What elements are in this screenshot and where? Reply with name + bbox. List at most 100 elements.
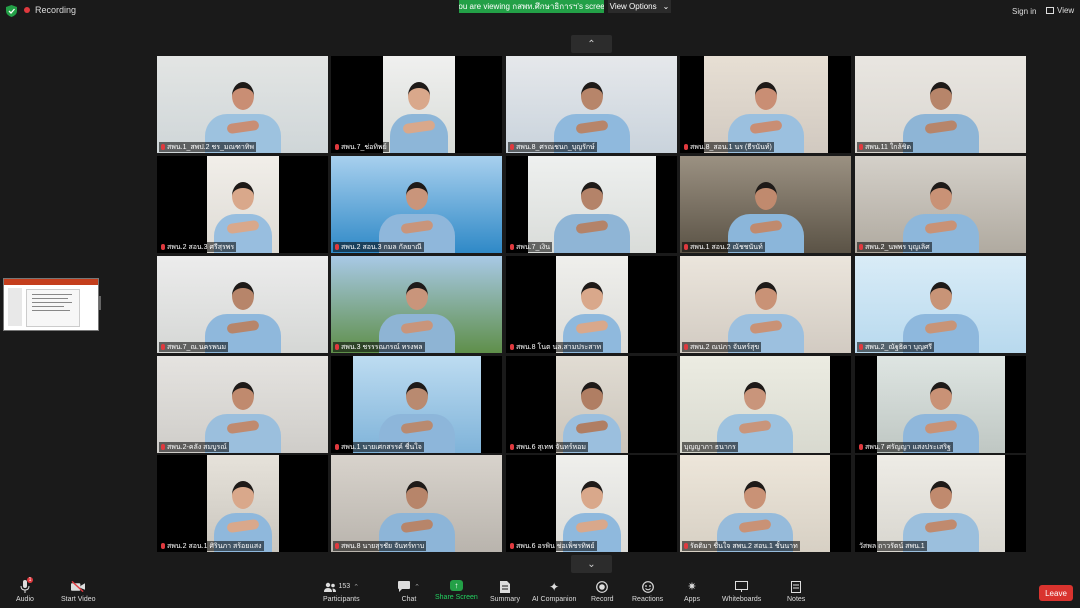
share-screen-button[interactable]: ↑ Share Screen [435, 580, 478, 601]
summary-button[interactable]: Summary [490, 580, 520, 603]
whiteboards-button[interactable]: Whiteboards [722, 580, 761, 603]
participant-video-feed [383, 56, 455, 153]
apps-button[interactable]: ✷ Apps [684, 580, 700, 603]
participant-video-tile[interactable]: สพน.11 ใกล้ชิด [855, 56, 1026, 153]
participant-head [929, 282, 952, 310]
participant-name-label: สพน.2_นพพร บุญเลิศ [857, 242, 932, 252]
chat-caret-icon[interactable]: ⌃ [414, 583, 420, 591]
muted-mic-icon [510, 444, 514, 450]
leave-button[interactable]: Leave [1039, 585, 1073, 601]
participant-head [408, 82, 430, 110]
participant-head [754, 182, 777, 210]
participants-caret-icon[interactable]: ⌃ [353, 583, 359, 591]
participant-video-tile[interactable]: สพน.2 สอน.1 ศิรินภา สร้อยแสง [157, 455, 328, 552]
participant-video-tile[interactable]: สพน.6 อรพิน ช่อเพ็ชรทิพย์ [506, 455, 677, 552]
participant-video-feed [157, 356, 328, 453]
grid-view-icon [1046, 7, 1054, 14]
participant-video-tile[interactable]: สพน.1 สอน.2 ณัชชนันท์ [680, 156, 851, 253]
summary-label: Summary [490, 596, 520, 603]
notes-button[interactable]: Notes [787, 580, 805, 603]
participant-head [231, 382, 254, 410]
participant-video-tile[interactable]: บุญญาภา ธนากร [680, 356, 851, 453]
muted-mic-icon [335, 543, 339, 549]
recording-indicator[interactable]: Recording [24, 5, 76, 15]
participant-head [929, 82, 952, 110]
participant-name-label: สพน.2 สอน.3 ศรีสุรพร [159, 242, 237, 252]
muted-mic-icon [161, 244, 165, 250]
participant-name: สพน.2 สอน.1 ศิรินภา สร้อยแสง [167, 542, 262, 550]
participant-name: สพน.7 ศรัญญา แสงประเสริฐ [865, 443, 951, 451]
record-icon [595, 580, 609, 593]
muted-mic-icon [161, 144, 165, 150]
video-label: Start Video [61, 596, 96, 603]
participant-video-feed [855, 56, 1026, 153]
page-up-button[interactable]: ⌃ [571, 35, 612, 53]
participant-video-tile[interactable]: สพน.6 สุเทพ จันทร์หอม [506, 356, 677, 453]
view-options-button[interactable]: View Options ⌄ [608, 0, 671, 13]
participant-video-tile[interactable]: รัตติมา ชื่นใจ สพน.2 สอน.1 ชั้นนาท [680, 455, 851, 552]
participant-head [930, 382, 952, 410]
participant-video-tile[interactable]: สพน.2 สอน.3 กมล กัลยาณี [331, 156, 502, 253]
page-down-button[interactable]: ⌄ [571, 555, 612, 573]
audio-button[interactable]: 1 Audio [16, 577, 34, 603]
view-button[interactable]: View [1046, 6, 1074, 15]
shared-screen-thumbnail[interactable] [3, 278, 99, 331]
participant-video-tile[interactable]: สพน.2_ณัฐธิดา บุญศรี [855, 256, 1026, 353]
participant-video-tile[interactable]: สพน.7_ช่อทิพย์ [331, 56, 502, 153]
chat-icon: ⌃ [395, 580, 423, 593]
participant-video-tile[interactable]: วัสพล ถาวรัตน์ สพน.1 [855, 455, 1026, 552]
sign-in-link[interactable]: Sign in [1012, 7, 1036, 16]
participant-video-tile[interactable]: สพน.2_นพพร บุญเลิศ [855, 156, 1026, 253]
participant-name-label: สพน.8 นายสุรชัย จันทร์ทาบ [333, 541, 427, 551]
participant-name-label: บุญญาภา ธนากร [682, 442, 738, 452]
participant-video-tile[interactable]: สพน.2-คลัง สมบูรณ์ [157, 356, 328, 453]
participant-video-tile[interactable]: สพน.7_เงิน [506, 156, 677, 253]
participant-name-label: วัสพล ถาวรัตน์ สพน.1 [857, 541, 927, 551]
participant-video-feed [680, 256, 851, 353]
chat-button[interactable]: ⌃ Chat [395, 580, 423, 603]
participant-video-tile[interactable]: สพน.7_ณ.นครพนม [157, 256, 328, 353]
shield-icon[interactable] [6, 5, 17, 17]
participant-name: สพน.8_สอน.1 นร (ธีรนันท์) [690, 143, 772, 151]
participant-video-tile[interactable]: สพน.1_สพป.2 ชร_มณฑาทิพ [157, 56, 328, 153]
muted-mic-icon [161, 543, 165, 549]
participant-video-tile[interactable]: สพน.2 สอน.3 ศรีสุรพร [157, 156, 328, 253]
participant-name-label: สพน.2_ณัฐธิดา บุญศรี [857, 342, 935, 352]
participant-name-label: สพน.8 โนต นล.สามประสาท [508, 342, 604, 352]
participant-head [929, 182, 952, 210]
participant-head [581, 282, 603, 310]
participant-name-label: สพน.8_สอน.1 นร (ธีรนันท์) [682, 142, 774, 152]
participant-head [581, 182, 603, 210]
participant-body [554, 214, 630, 253]
ai-companion-button[interactable]: ✦ AI Companion [532, 580, 576, 604]
record-button[interactable]: Record [591, 580, 614, 603]
notes-label: Notes [787, 596, 806, 603]
participant-video-tile[interactable]: สพน.2 ณปภา จันทร์สุข [680, 256, 851, 353]
participant-name-label: สพน.6 สุเทพ จันทร์หอม [508, 442, 588, 452]
participant-video-tile[interactable]: สพน.1 นายเศกสรรค์ ชื่นใจ [331, 356, 502, 453]
participant-name: สพน.8 โนต นล.สามประสาท [516, 343, 602, 351]
muted-mic-icon [684, 344, 688, 350]
summary-icon [498, 580, 512, 593]
participant-video-feed [528, 156, 656, 253]
participant-video-tile[interactable]: สพน.8 โนต นล.สามประสาท [506, 256, 677, 353]
participant-video-tile[interactable]: สพน.8_สอน.1 นร (ธีรนันท์) [680, 56, 851, 153]
participant-video-feed [157, 256, 328, 353]
whiteboards-icon [735, 580, 749, 593]
participants-button[interactable]: 153 ⌃ Participants [323, 580, 360, 603]
participant-name-label: สพน.7 ศรัญญา แสงประเสริฐ [857, 442, 953, 452]
start-video-button[interactable]: Start Video [61, 580, 96, 603]
participant-video-tile[interactable]: สพน.8 นายสุรชัย จันทร์ทาบ [331, 455, 502, 552]
participant-video-feed [680, 356, 830, 453]
participant-name: สพน.7_ณ.นครพนม [167, 343, 227, 351]
participant-video-feed [556, 256, 628, 353]
participant-video-tile[interactable]: สพน.7 ศรัญญา แสงประเสริฐ [855, 356, 1026, 453]
participant-video-feed [680, 156, 851, 253]
participant-video-tile[interactable]: สพน.3 ชรรรณภรณ์ ทรงพล [331, 256, 502, 353]
reactions-button[interactable]: Reactions [632, 580, 663, 603]
participant-video-feed [353, 356, 481, 453]
participant-video-tile[interactable]: สพน.8_ศรณชนก_บุญรักษ์ [506, 56, 677, 153]
muted-mic-icon [510, 144, 514, 150]
thumbnail-resize-handle[interactable] [99, 296, 101, 310]
apps-icon: ✷ [687, 581, 697, 593]
